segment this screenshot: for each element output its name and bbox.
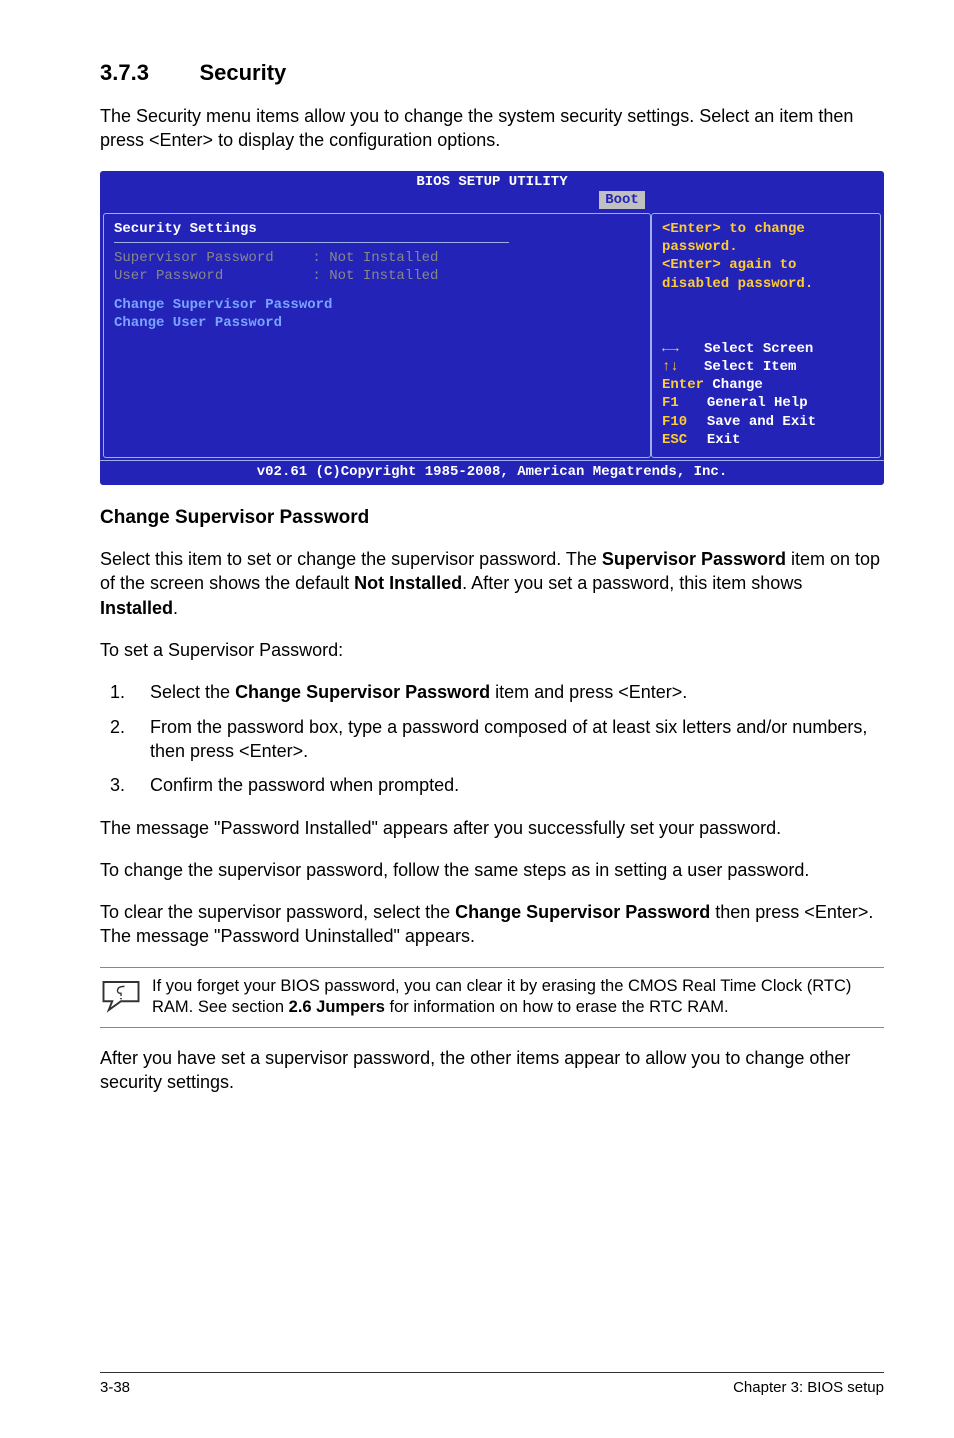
- step-2: From the password box, type a password c…: [130, 715, 884, 764]
- esc-label: Exit: [707, 432, 741, 448]
- supervisor-password-value: : Not Installed: [312, 250, 438, 266]
- after-set-password: After you have set a supervisor password…: [100, 1046, 884, 1095]
- bios-footer: v02.61 (C)Copyright 1985-2008, American …: [100, 460, 884, 485]
- security-settings-heading: Security Settings: [114, 220, 640, 238]
- user-password-row: User Password : Not Installed: [114, 267, 640, 285]
- f10-label: Save and Exit: [707, 414, 816, 430]
- enter-key: Enter: [662, 376, 704, 394]
- chapter-label: Chapter 3: BIOS setup: [733, 1379, 884, 1396]
- change-supervisor-password-heading: Change Supervisor Password: [100, 507, 884, 529]
- note-icon: [100, 976, 152, 1019]
- intro-paragraph: The Security menu items allow you to cha…: [100, 104, 884, 153]
- note-text: If you forget your BIOS password, you ca…: [152, 976, 884, 1019]
- user-password-value: : Not Installed: [312, 268, 438, 284]
- select-item-label: Select Item: [704, 359, 796, 375]
- supervisor-password-label: Supervisor Password: [114, 249, 304, 267]
- supervisor-password-row: Supervisor Password : Not Installed: [114, 249, 640, 267]
- step-1: Select the Change Supervisor Password it…: [130, 680, 884, 704]
- esc-key: ESC: [662, 431, 690, 449]
- page-footer: 3-38 Chapter 3: BIOS setup: [100, 1372, 884, 1396]
- section-number: 3.7.3: [100, 60, 195, 86]
- select-screen-label: Select Screen: [704, 341, 813, 357]
- bios-left-panel: Security Settings Supervisor Password : …: [103, 213, 651, 458]
- change-user-password-item[interactable]: Change User Password: [114, 314, 640, 332]
- clear-password-msg: To clear the supervisor password, select…: [100, 900, 884, 949]
- page-number: 3-38: [100, 1379, 130, 1396]
- up-down-arrow-icon: ↑↓: [662, 359, 679, 375]
- divider: [114, 242, 509, 243]
- user-password-label: User Password: [114, 267, 304, 285]
- f1-key: F1: [662, 394, 690, 412]
- note-box: If you forget your BIOS password, you ca…: [100, 967, 884, 1028]
- enter-label: Change: [712, 377, 762, 393]
- password-installed-msg: The message "Password Installed" appears…: [100, 816, 884, 840]
- section-heading: 3.7.3 Security: [100, 60, 884, 86]
- f1-label: General Help: [707, 395, 808, 411]
- bios-tab-boot: Boot: [599, 191, 645, 209]
- f10-key: F10: [662, 413, 690, 431]
- bios-key-legend: ←→ Select Screen ↑↓ Select Item Enter Ch…: [662, 340, 870, 449]
- change-password-msg: To change the supervisor password, follo…: [100, 858, 884, 882]
- bios-tab-row: Boot: [100, 191, 884, 211]
- to-set-password-label: To set a Supervisor Password:: [100, 638, 884, 662]
- bios-title: BIOS SETUP UTILITY: [100, 171, 884, 191]
- steps-list: Select the Change Supervisor Password it…: [100, 680, 884, 797]
- change-supervisor-password-item[interactable]: Change Supervisor Password: [114, 296, 640, 314]
- section-title: Security: [199, 60, 286, 85]
- bios-right-panel: <Enter> to change password. <Enter> agai…: [651, 213, 881, 458]
- supervisor-description: Select this item to set or change the su…: [100, 547, 884, 620]
- left-right-arrow-icon: ←→: [662, 341, 679, 357]
- bios-window: BIOS SETUP UTILITY Boot Security Setting…: [100, 171, 884, 486]
- step-3: Confirm the password when prompted.: [130, 773, 884, 797]
- bios-context-help: <Enter> to change password. <Enter> agai…: [662, 220, 870, 293]
